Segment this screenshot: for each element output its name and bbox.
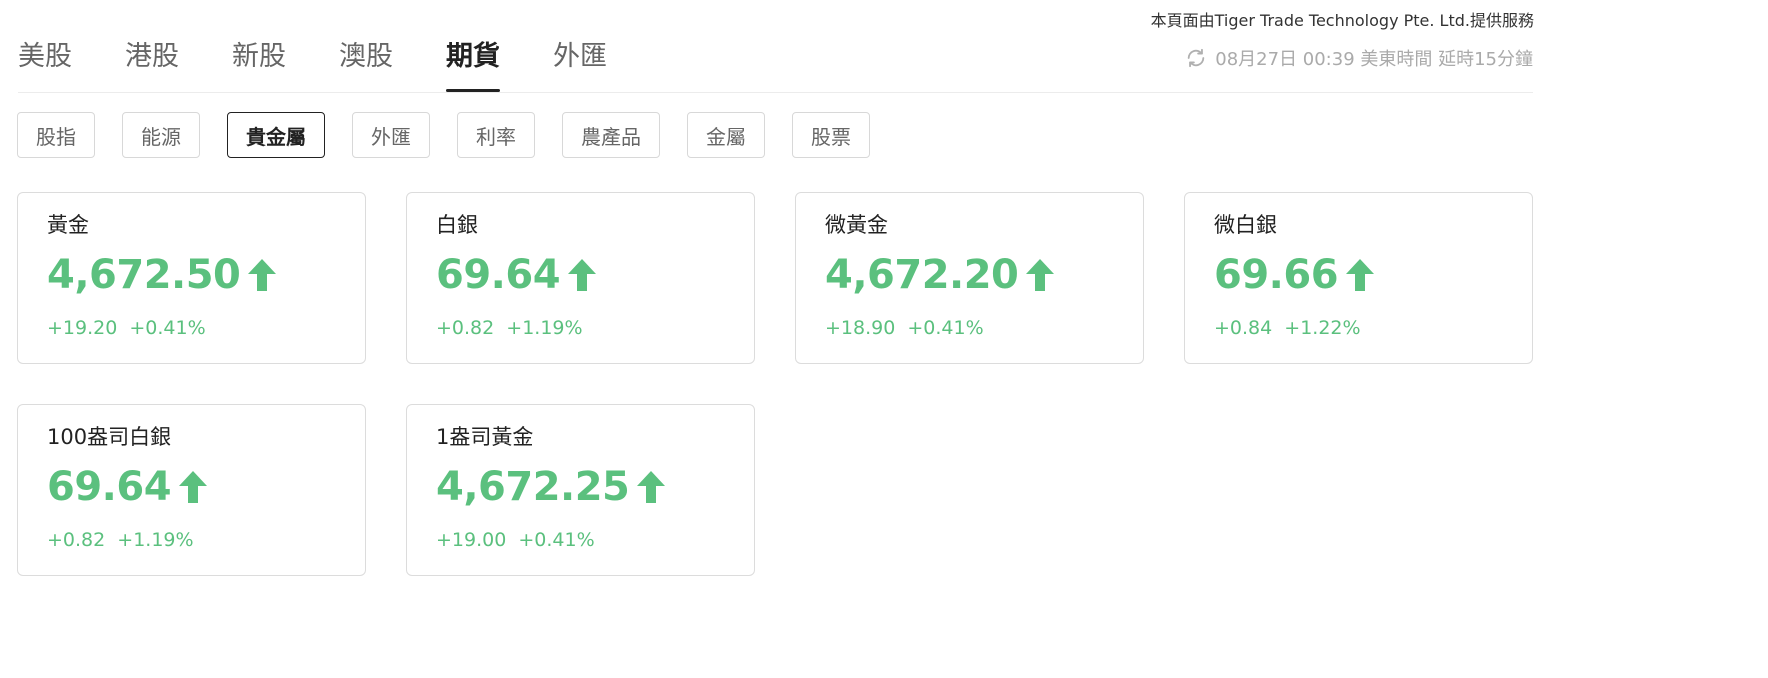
timestamp-text: 08月27日 00:39 美東時間 延時15分鐘 (1215, 49, 1533, 70)
change-percent: +1.22% (1284, 317, 1361, 339)
refresh-icon[interactable] (1185, 47, 1207, 69)
category-forex[interactable]: 外匯 (352, 112, 430, 158)
tab-ipo[interactable]: 新股 (232, 36, 286, 92)
last-price: 69.64 (47, 464, 172, 510)
change-amount: +19.00 (436, 529, 507, 551)
last-price: 69.64 (436, 252, 561, 298)
category-interest-rate[interactable]: 利率 (457, 112, 535, 158)
tab-forex[interactable]: 外匯 (553, 36, 607, 92)
arrow-up-icon (179, 471, 208, 503)
last-price: 4,672.20 (825, 252, 1019, 298)
change-percent: +0.41% (129, 317, 206, 339)
provider-notice: 本頁面由Tiger Trade Technology Pte. Ltd.提供服務 (1150, 11, 1534, 30)
change-amount: +18.90 (825, 317, 896, 339)
price-row: 4,672.50 (47, 249, 336, 301)
category-precious-metals[interactable]: 貴金屬 (227, 112, 325, 158)
change-amount: +0.84 (1214, 317, 1273, 339)
change-percent: +1.19% (506, 317, 583, 339)
change-percent: +0.41% (518, 529, 595, 551)
quote-card[interactable]: 1盎司黃金 4,672.25 +19.00 +0.41% (406, 404, 755, 576)
price-change: +18.90 +0.41% (825, 317, 1114, 339)
change-amount: +19.20 (47, 317, 118, 339)
contract-name: 白銀 (436, 213, 478, 237)
quote-card[interactable]: 100盎司白銀 69.64 +0.82 +1.19% (17, 404, 366, 576)
price-change: +0.82 +1.19% (436, 317, 725, 339)
last-price: 4,672.50 (47, 252, 241, 298)
futures-quote-grid: 黃金 4,672.50 +19.20 +0.41% 白銀 69.64 +0.82… (17, 192, 1534, 576)
tab-futures[interactable]: 期貨 (446, 36, 500, 92)
quote-timestamp: 08月27日 00:39 美東時間 延時15分鐘 (1185, 45, 1533, 71)
futures-category-filter: 股指 能源 貴金屬 外匯 利率 農產品 金屬 股票 (17, 112, 897, 158)
arrow-up-icon (248, 259, 277, 291)
category-stock-index[interactable]: 股指 (17, 112, 95, 158)
price-row: 69.64 (47, 461, 336, 513)
arrow-up-icon (637, 471, 666, 503)
last-price: 69.66 (1214, 252, 1339, 298)
last-price: 4,672.25 (436, 464, 630, 510)
category-stocks[interactable]: 股票 (792, 112, 870, 158)
arrow-up-icon (1026, 259, 1055, 291)
price-change: +19.00 +0.41% (436, 529, 725, 551)
contract-name: 微黃金 (825, 213, 888, 237)
price-row: 69.64 (436, 249, 725, 301)
change-percent: +1.19% (117, 529, 194, 551)
market-header: 美股 港股 新股 澳股 期貨 外匯 08月27日 00:39 美東時間 延時15… (18, 36, 1533, 93)
price-row: 4,672.20 (825, 249, 1114, 301)
contract-name: 1盎司黃金 (436, 425, 534, 449)
change-amount: +0.82 (436, 317, 495, 339)
quote-card[interactable]: 微白銀 69.66 +0.84 +1.22% (1184, 192, 1533, 364)
category-agriculture[interactable]: 農產品 (562, 112, 660, 158)
contract-name: 100盎司白銀 (47, 425, 172, 449)
contract-name: 黃金 (47, 213, 89, 237)
category-energy[interactable]: 能源 (122, 112, 200, 158)
quote-card[interactable]: 微黃金 4,672.20 +18.90 +0.41% (795, 192, 1144, 364)
arrow-up-icon (1346, 259, 1375, 291)
tab-us-stocks[interactable]: 美股 (18, 36, 72, 92)
quote-card[interactable]: 黃金 4,672.50 +19.20 +0.41% (17, 192, 366, 364)
change-percent: +0.41% (907, 317, 984, 339)
price-change: +0.84 +1.22% (1214, 317, 1503, 339)
quote-card[interactable]: 白銀 69.64 +0.82 +1.19% (406, 192, 755, 364)
price-change: +0.82 +1.19% (47, 529, 336, 551)
tab-hk-stocks[interactable]: 港股 (125, 36, 179, 92)
price-row: 69.66 (1214, 249, 1503, 301)
arrow-up-icon (568, 259, 597, 291)
price-row: 4,672.25 (436, 461, 725, 513)
change-amount: +0.82 (47, 529, 106, 551)
tab-au-stocks[interactable]: 澳股 (339, 36, 393, 92)
contract-name: 微白銀 (1214, 213, 1277, 237)
price-change: +19.20 +0.41% (47, 317, 336, 339)
category-metals[interactable]: 金屬 (687, 112, 765, 158)
